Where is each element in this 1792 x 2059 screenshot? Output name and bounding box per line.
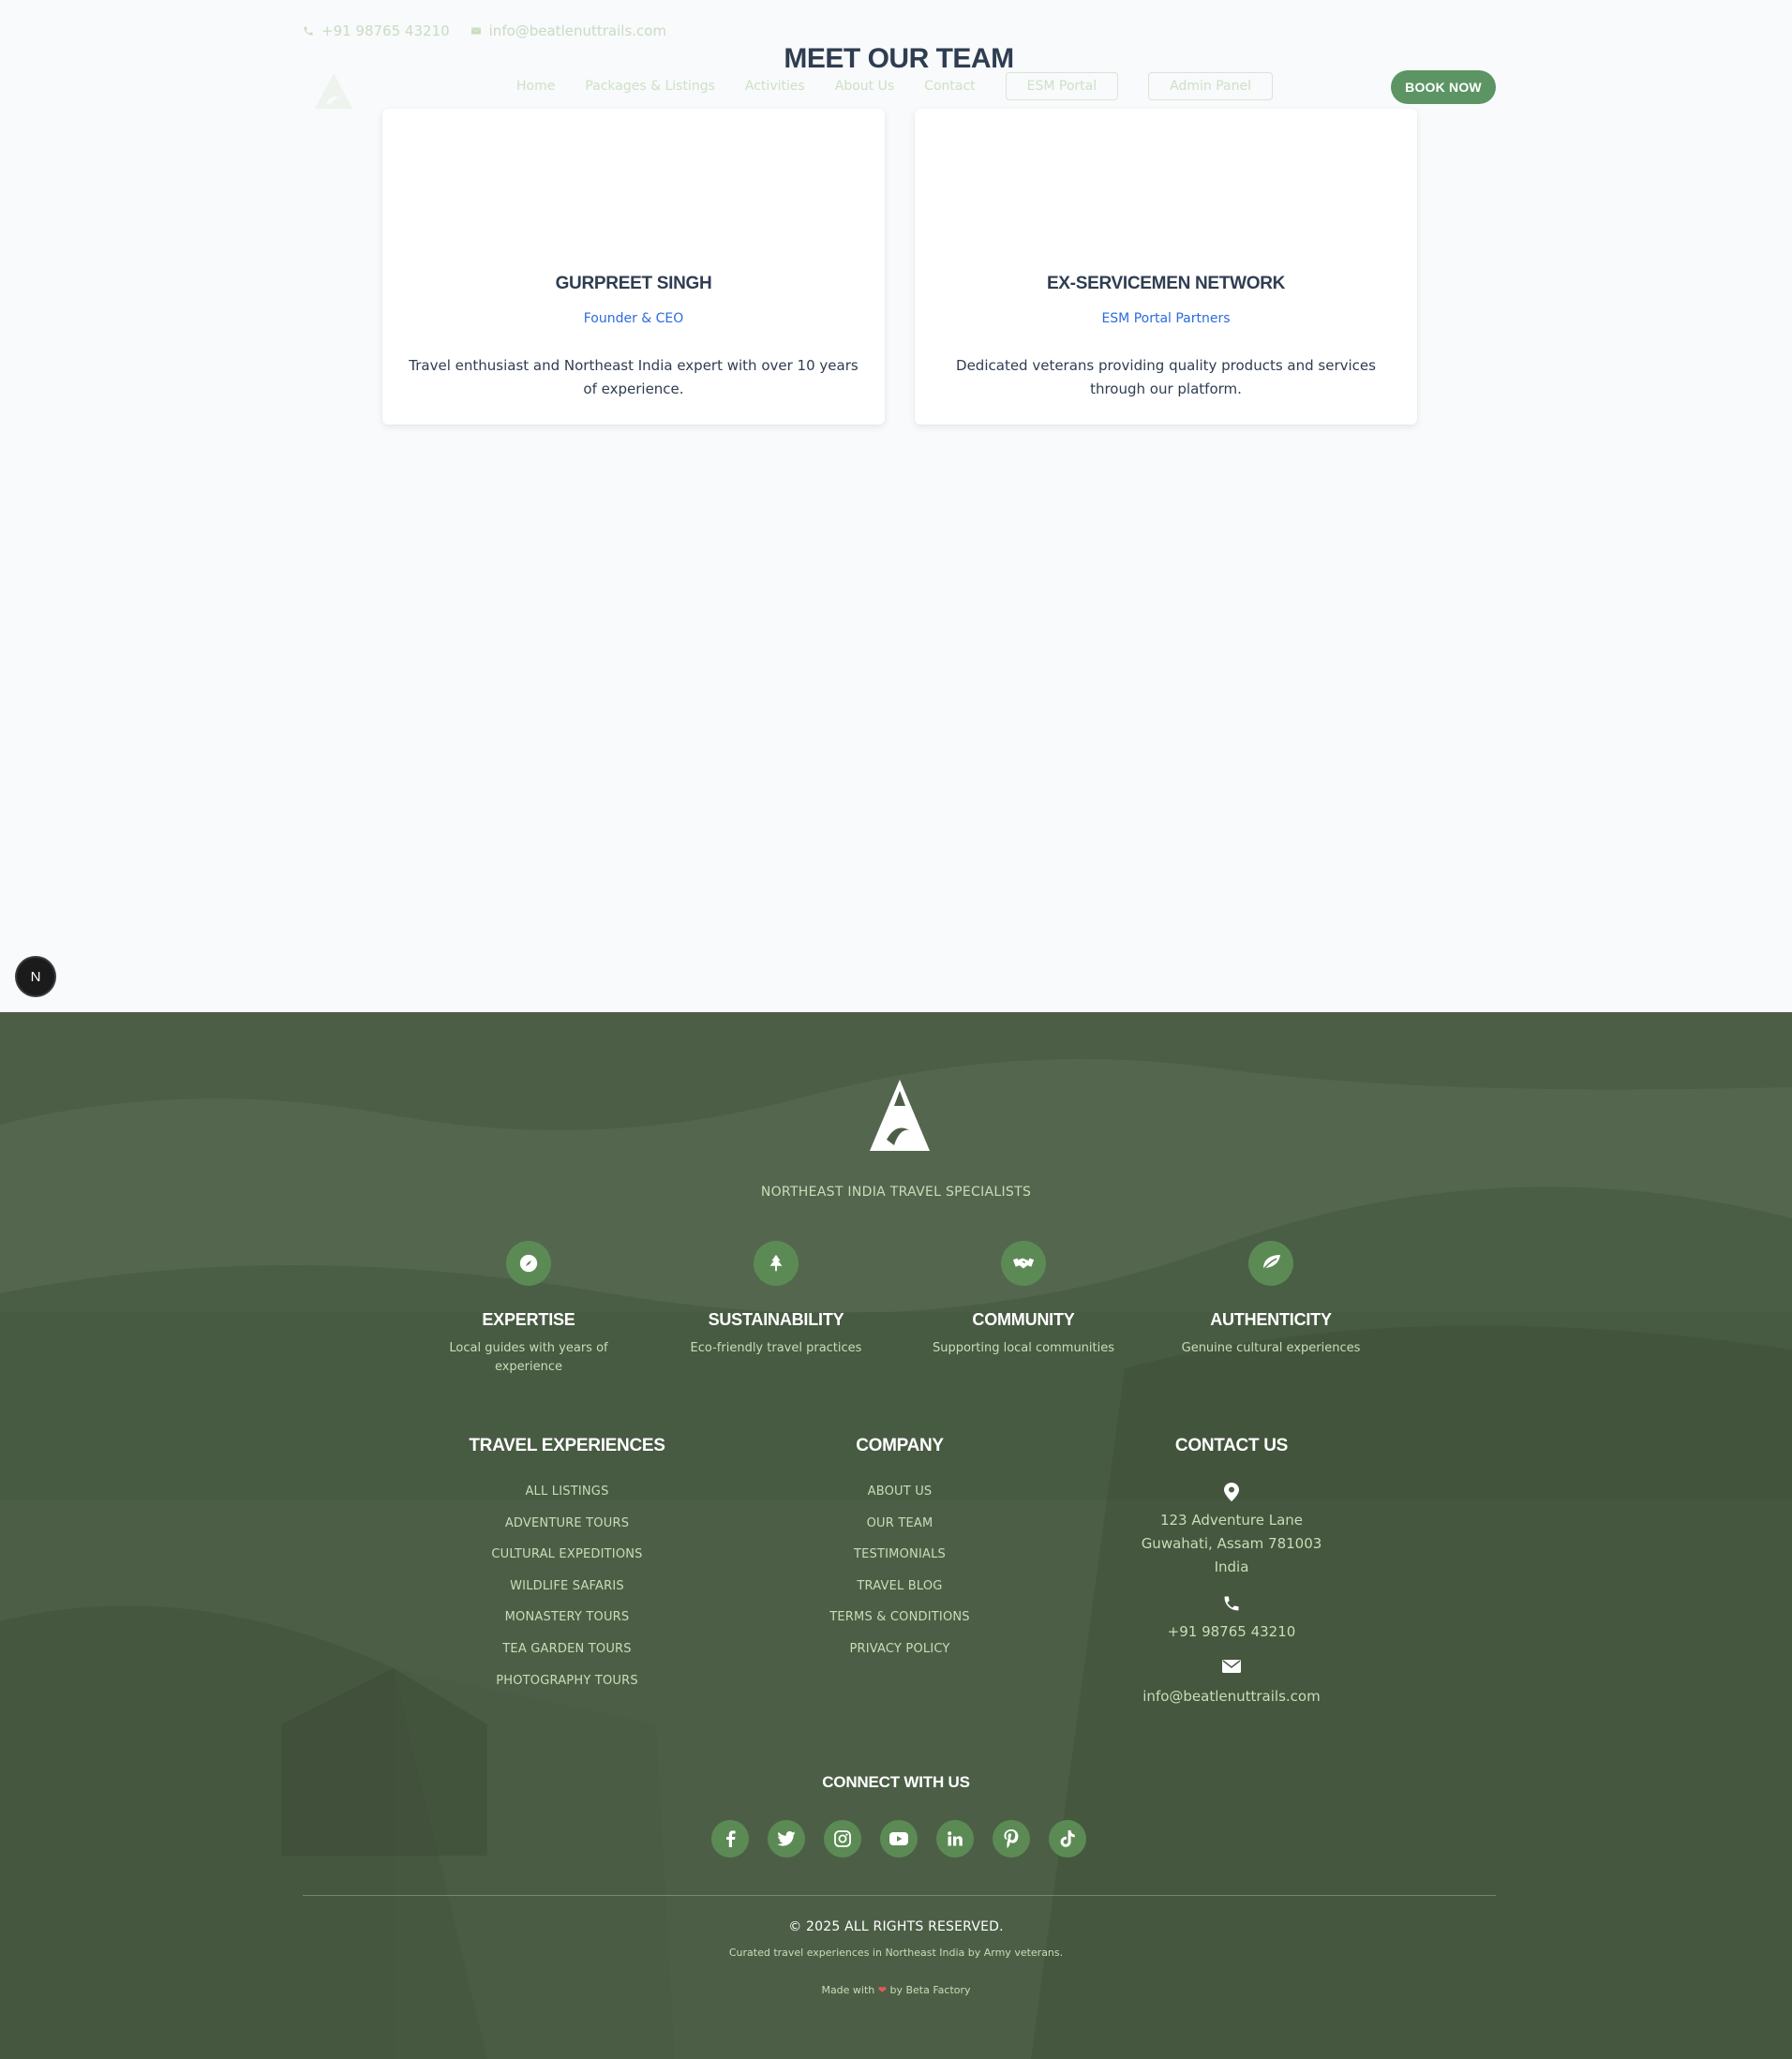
tree-icon xyxy=(754,1241,799,1286)
map-pin-icon xyxy=(1091,1483,1372,1503)
leaf-icon xyxy=(1248,1241,1293,1286)
address-line: 123 Adventure Lane xyxy=(1159,1512,1304,1529)
value-community: COMMUNITY Supporting local communities xyxy=(900,1241,1147,1358)
footer-company-column: COMPANY ABOUT US OUR TEAM TESTIMONIALS T… xyxy=(759,1436,1040,1672)
value-description: Supporting local communities xyxy=(932,1341,1115,1355)
made-suffix[interactable]: by Beta Factory xyxy=(890,1984,971,1996)
curated-text: Curated travel experiences in Northeast … xyxy=(728,1947,1064,1959)
team-member-role: ESM Portal Partners xyxy=(1101,311,1231,326)
footer-link[interactable]: WILDLIFE SAFARIS xyxy=(426,1577,708,1609)
footer-link[interactable]: ABOUT US xyxy=(759,1483,1040,1514)
phone-icon xyxy=(304,26,313,36)
envelope-icon xyxy=(470,27,481,35)
book-now-button[interactable]: BOOK NOW xyxy=(1391,70,1496,104)
envelope-icon xyxy=(1091,1659,1372,1679)
footer-brand-logo[interactable] xyxy=(868,1078,932,1153)
address-line: India xyxy=(1214,1559,1249,1575)
team-member-name: GURPREET SINGH xyxy=(555,274,712,293)
made-prefix: Made with xyxy=(821,1984,875,1996)
contact-email-text[interactable]: info@beatlenuttrails.com xyxy=(1091,1685,1372,1708)
team-card: GURPREET SINGH Founder & CEO Travel enth… xyxy=(382,109,885,425)
heart-icon: ❤ xyxy=(877,1984,887,1996)
footer-content: NORTHEAST INDIA TRAVEL SPECIALISTS EXPER… xyxy=(0,1012,1792,2059)
nav-packages[interactable]: Packages & Listings xyxy=(585,79,715,94)
nav-home[interactable]: Home xyxy=(516,79,555,94)
tiktok-icon[interactable] xyxy=(1049,1820,1086,1858)
value-title: COMMUNITY xyxy=(972,1310,1075,1329)
footer-link[interactable]: TEA GARDEN TOURS xyxy=(426,1640,708,1672)
copyright-text: © 2025 ALL RIGHTS RESERVED. xyxy=(788,1919,1004,1934)
contact-address: 123 Adventure Lane Guwahati, Assam 78100… xyxy=(1091,1483,1372,1579)
footer-link[interactable]: PHOTOGRAPHY TOURS xyxy=(426,1672,708,1704)
header-email-text: info@beatlenuttrails.com xyxy=(488,22,667,39)
address-line: Guwahati, Assam 781003 xyxy=(1141,1535,1322,1552)
footer-link[interactable]: TRAVEL BLOG xyxy=(759,1577,1040,1609)
twitter-icon[interactable] xyxy=(768,1820,805,1858)
dev-tools-badge[interactable]: N xyxy=(17,958,54,995)
team-section-title: MEET OUR TEAM xyxy=(784,43,1014,74)
footer-link[interactable]: TERMS & CONDITIONS xyxy=(759,1608,1040,1640)
compass-icon xyxy=(506,1241,551,1286)
nav-contact[interactable]: Contact xyxy=(924,79,975,94)
pinterest-icon[interactable] xyxy=(993,1820,1030,1858)
contact-phone: +91 98765 43210 xyxy=(1091,1594,1372,1644)
youtube-icon[interactable] xyxy=(880,1820,918,1858)
travel-heading: TRAVEL EXPERIENCES xyxy=(469,1436,665,1455)
value-title: AUTHENTICITY xyxy=(1210,1310,1332,1329)
contact-phone-text[interactable]: +91 98765 43210 xyxy=(1091,1620,1372,1644)
footer-link[interactable]: PRIVACY POLICY xyxy=(759,1640,1040,1672)
team-member-bio: Travel enthusiast and Northeast India ex… xyxy=(409,357,859,397)
handshake-icon xyxy=(1001,1241,1046,1286)
nav-activities[interactable]: Activities xyxy=(745,79,805,94)
team-member-bio: Dedicated veterans providing quality pro… xyxy=(956,357,1376,397)
header-email[interactable]: info@beatlenuttrails.com xyxy=(470,22,666,39)
made-with-credit: Made with ❤ by Beta Factory xyxy=(0,1984,1792,1996)
footer-link[interactable]: ALL LISTINGS xyxy=(426,1483,708,1514)
esm-portal-button[interactable]: ESM Portal xyxy=(1005,72,1119,100)
footer-link[interactable]: TESTIMONIALS xyxy=(759,1545,1040,1577)
phone-icon xyxy=(1091,1594,1372,1615)
nav-about[interactable]: About Us xyxy=(835,79,894,94)
footer-link[interactable]: CULTURAL EXPEDITIONS xyxy=(426,1545,708,1577)
brand-logo[interactable] xyxy=(313,71,354,111)
footer-link[interactable]: ADVENTURE TOURS xyxy=(426,1514,708,1546)
footer-tagline: NORTHEAST INDIA TRAVEL SPECIALISTS xyxy=(760,1185,1032,1200)
connect-heading: CONNECT WITH US xyxy=(822,1773,970,1791)
value-sustainability: SUSTAINABILITY Eco-friendly travel pract… xyxy=(652,1241,900,1358)
header-phone[interactable]: +91 98765 43210 xyxy=(303,22,450,39)
linkedin-icon[interactable] xyxy=(936,1820,974,1858)
admin-panel-button[interactable]: Admin Panel xyxy=(1148,72,1273,100)
instagram-icon[interactable] xyxy=(824,1820,861,1858)
footer-link[interactable]: MONASTERY TOURS xyxy=(426,1608,708,1640)
contact-email: info@beatlenuttrails.com xyxy=(1091,1659,1372,1708)
value-description: Local guides with years of experience xyxy=(449,1341,608,1374)
value-authenticity: AUTHENTICITY Genuine cultural experience… xyxy=(1147,1241,1395,1358)
footer-divider xyxy=(303,1895,1496,1896)
contact-heading: CONTACT US xyxy=(1174,1436,1289,1455)
footer-link[interactable]: OUR TEAM xyxy=(759,1514,1040,1546)
top-contact-bar: +91 98765 43210 info@beatlenuttrails.com xyxy=(303,22,666,39)
value-description: Genuine cultural experiences xyxy=(1181,1341,1361,1355)
site-footer: NORTHEAST INDIA TRAVEL SPECIALISTS EXPER… xyxy=(0,1012,1792,2059)
footer-travel-column: TRAVEL EXPERIENCES ALL LISTINGS ADVENTUR… xyxy=(426,1436,708,1703)
team-member-name: EX-SERVICEMEN NETWORK xyxy=(1046,274,1286,293)
value-description: Eco-friendly travel practices xyxy=(690,1341,862,1355)
company-heading: COMPANY xyxy=(856,1436,944,1455)
value-title: EXPERTISE xyxy=(482,1310,575,1329)
facebook-icon[interactable] xyxy=(711,1820,749,1858)
team-card: EX-SERVICEMEN NETWORK ESM Portal Partner… xyxy=(915,109,1417,425)
footer-contact-column: CONTACT US 123 Adventure Lane Guwahati, … xyxy=(1091,1436,1372,1723)
header-phone-text: +91 98765 43210 xyxy=(321,22,450,39)
values-row: EXPERTISE Local guides with years of exp… xyxy=(405,1241,1395,1391)
team-member-role: Founder & CEO xyxy=(583,311,684,326)
value-expertise: EXPERTISE Local guides with years of exp… xyxy=(405,1241,652,1377)
social-links xyxy=(711,1820,1086,1858)
value-title: SUSTAINABILITY xyxy=(708,1310,844,1329)
